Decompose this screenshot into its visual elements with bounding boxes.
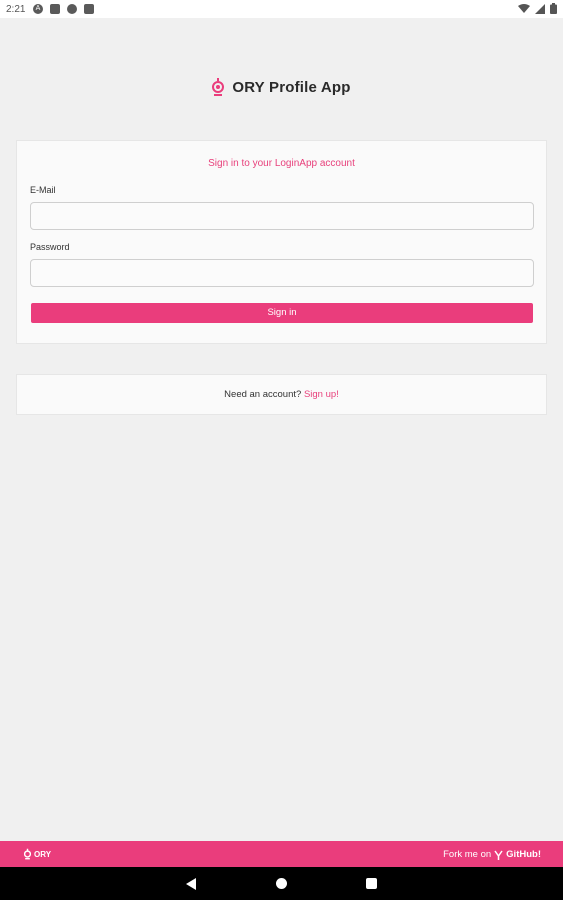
sync-icon	[67, 4, 77, 14]
wifi-icon	[518, 3, 530, 13]
footer-logo-text: ORY	[34, 849, 52, 859]
sd-card-icon	[84, 4, 94, 14]
email-field[interactable]	[30, 202, 534, 230]
footer-logo[interactable]: ORY	[24, 848, 51, 860]
sign-in-button[interactable]: Sign in	[31, 303, 533, 323]
navigation-bar	[0, 867, 563, 900]
app-title: ORY Profile App	[232, 78, 351, 96]
footer-bar: ORY Fork me on GitHub!	[0, 841, 563, 867]
login-card: Sign in to your LoginApp account E-Mail …	[16, 140, 547, 344]
app-header: ORY Profile App	[0, 76, 563, 98]
home-icon[interactable]	[276, 878, 287, 889]
password-field[interactable]	[30, 259, 534, 287]
signup-prompt: Need an account?	[224, 389, 302, 400]
password-label: Password	[30, 242, 70, 252]
fork-text: Fork me on	[443, 849, 492, 860]
message-icon	[50, 4, 60, 14]
signal-icon	[535, 3, 545, 14]
status-time: 2:21	[6, 4, 26, 15]
github-icon	[494, 850, 503, 860]
recents-icon[interactable]	[366, 878, 377, 889]
a-icon: A	[33, 4, 43, 14]
ory-logo-icon	[212, 78, 225, 96]
github-label: GitHub!	[506, 849, 541, 860]
sign-up-link[interactable]: Sign up!	[304, 389, 339, 400]
login-heading: Sign in to your LoginApp account	[208, 158, 355, 169]
email-label: E-Mail	[30, 185, 56, 195]
back-icon[interactable]	[186, 878, 196, 890]
battery-icon	[550, 3, 557, 14]
signup-card: Need an account? Sign up!	[16, 374, 547, 415]
signup-prompt-row: Need an account? Sign up!	[17, 389, 546, 400]
ory-logo-icon	[24, 848, 31, 860]
status-bar: 2:21 A	[0, 0, 563, 18]
fork-on-github-link[interactable]: Fork me on GitHub!	[443, 849, 541, 860]
